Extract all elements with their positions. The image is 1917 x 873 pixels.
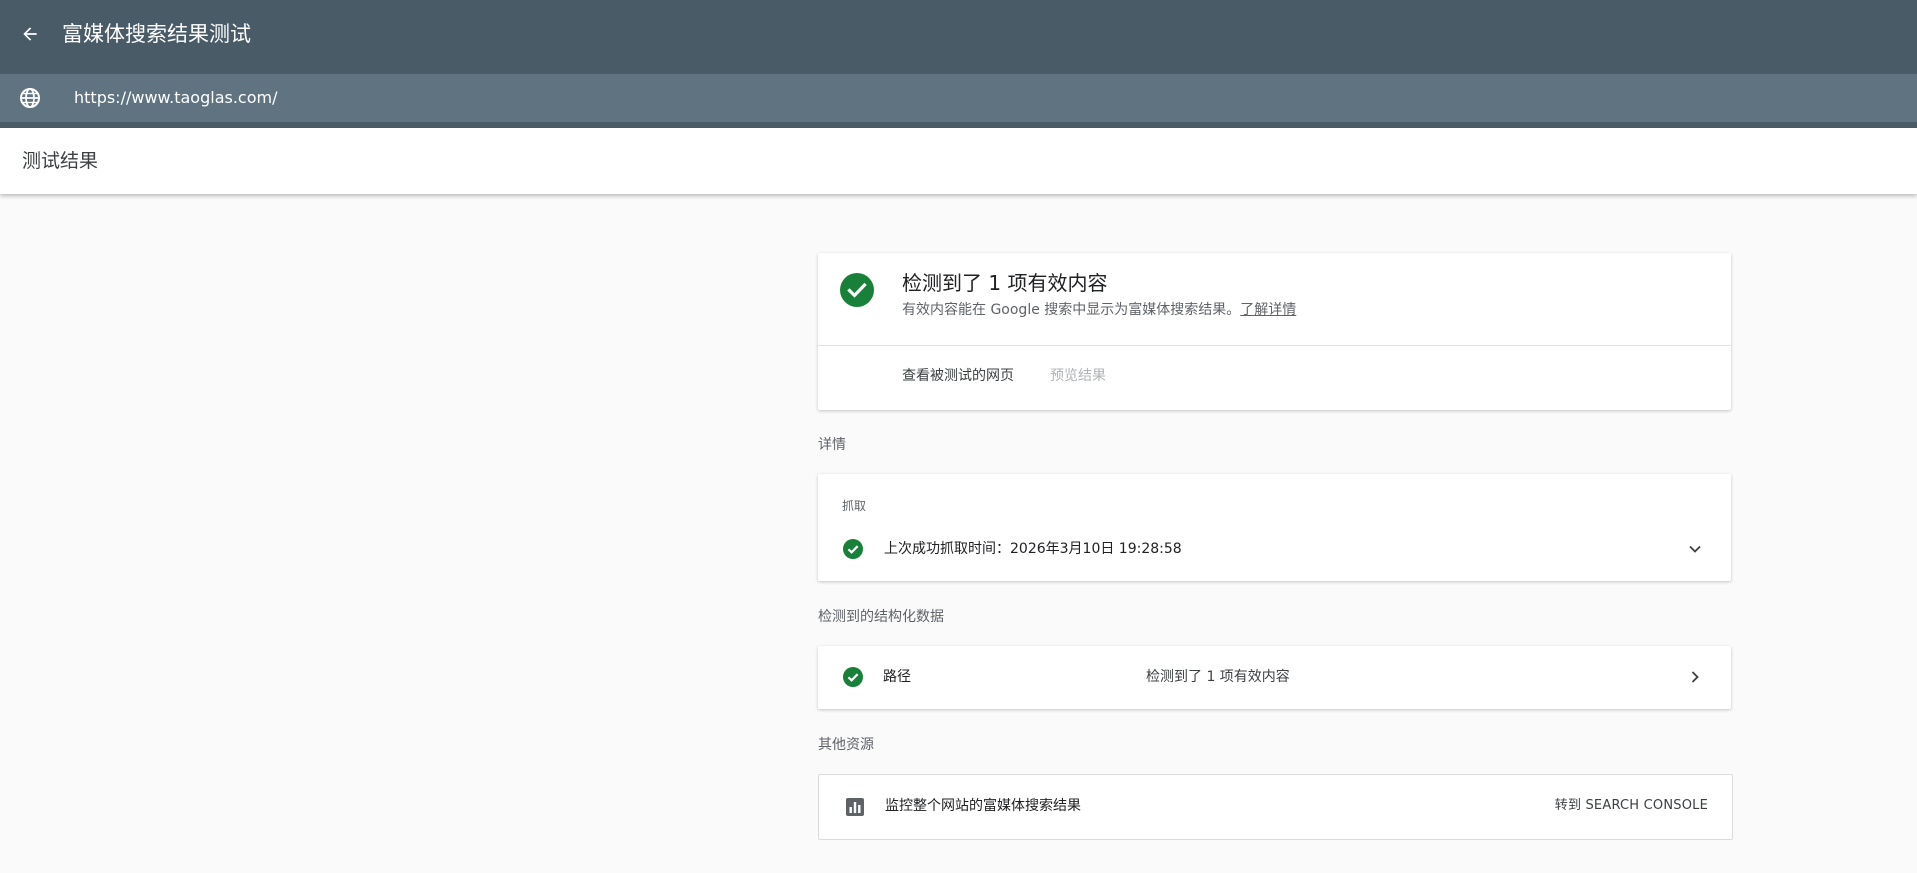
title-row: 富媒体搜索结果测试 bbox=[0, 0, 1917, 70]
tested-url[interactable]: https://www.taoglas.com/ bbox=[74, 87, 277, 109]
structured-data-row[interactable]: 路径 检测到了 1 项有效内容 bbox=[818, 646, 1731, 709]
structured-item-status: 检测到了 1 项有效内容 bbox=[1146, 669, 1290, 685]
check-circle-icon bbox=[840, 273, 874, 307]
app-title: 富媒体搜索结果测试 bbox=[62, 22, 251, 46]
divider bbox=[818, 345, 1731, 346]
back-button[interactable] bbox=[16, 20, 44, 48]
summary-description: 有效内容能在 Google 搜索中显示为富媒体搜索结果。了解详情 bbox=[902, 301, 1296, 319]
bar-chart-icon bbox=[846, 798, 864, 816]
view-tested-page-button[interactable]: 查看被测试的网页 bbox=[902, 367, 1014, 385]
resource-row: 监控整个网站的富媒体搜索结果 转到 SEARCH CONSOLE bbox=[818, 774, 1733, 840]
last-crawl-status: 上次成功抓取时间：2026年3月10日 19:28:58 bbox=[884, 541, 1182, 557]
chevron-right-icon[interactable] bbox=[1685, 667, 1705, 687]
resource-description: 监控整个网站的富媒体搜索结果 bbox=[885, 798, 1081, 814]
other-resources-section-label: 其他资源 bbox=[818, 737, 874, 753]
check-circle-icon bbox=[843, 667, 863, 687]
arrow-back-icon bbox=[23, 27, 37, 41]
check-circle-icon bbox=[843, 539, 863, 559]
structured-data-section-label: 检测到的结构化数据 bbox=[818, 609, 944, 625]
summary-description-text: 有效内容能在 Google 搜索中显示为富媒体搜索结果。 bbox=[902, 302, 1241, 318]
summary-card: 检测到了 1 项有效内容 有效内容能在 Google 搜索中显示为富媒体搜索结果… bbox=[818, 253, 1731, 410]
crawl-card[interactable]: 抓取 上次成功抓取时间：2026年3月10日 19:28:58 bbox=[818, 474, 1731, 581]
summary-title: 检测到了 1 项有效内容 bbox=[902, 271, 1108, 295]
results-subheader: 测试结果 bbox=[0, 128, 1917, 194]
top-app-bar: 富媒体搜索结果测试 https://www.taoglas.com/ bbox=[0, 0, 1917, 128]
details-section-label: 详情 bbox=[818, 437, 846, 453]
learn-more-link[interactable]: 了解详情 bbox=[1240, 302, 1296, 318]
url-bar[interactable]: https://www.taoglas.com/ bbox=[0, 74, 1917, 122]
chevron-down-icon[interactable] bbox=[1685, 539, 1705, 559]
go-to-search-console-button[interactable]: 转到 SEARCH CONSOLE bbox=[1555, 797, 1708, 815]
page-title: 测试结果 bbox=[22, 150, 99, 172]
globe-icon bbox=[20, 88, 40, 108]
preview-results-button[interactable]: 预览结果 bbox=[1050, 367, 1106, 385]
structured-item-name: 路径 bbox=[883, 669, 911, 685]
crawl-label: 抓取 bbox=[842, 499, 867, 513]
